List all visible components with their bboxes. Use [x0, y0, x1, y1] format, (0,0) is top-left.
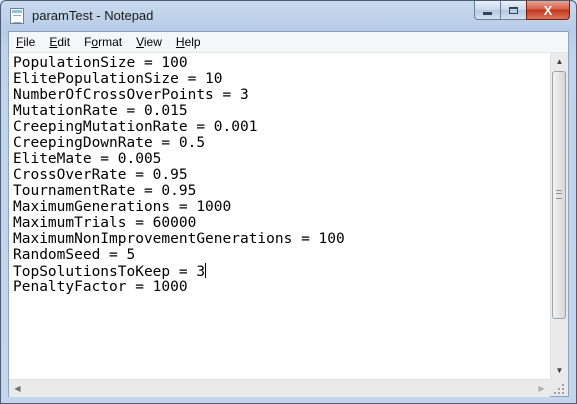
scroll-grip-icon: [556, 190, 562, 199]
text-editor-area[interactable]: PopulationSize = 100 ElitePopulationSize …: [13, 55, 548, 375]
client-area: File Edit Format View Help PopulationSize = …: [8, 31, 569, 397]
window-title: paramTest - Notepad: [32, 8, 154, 23]
text-line[interactable]: ElitePopulationSize = 10: [13, 71, 548, 87]
maximize-icon: [509, 6, 518, 14]
text-line[interactable]: PenaltyFactor = 1000: [13, 279, 548, 295]
menu-bar: File Edit Format View Help: [9, 32, 568, 53]
text-line[interactable]: MaximumNonImprovementGenerations = 100: [13, 231, 548, 247]
scroll-left-arrow-icon[interactable]: ◀: [9, 380, 26, 397]
notepad-app-icon[interactable]: [10, 8, 24, 24]
editor[interactable]: PopulationSize = 100 ElitePopulationSize …: [9, 53, 568, 397]
close-button[interactable]: X: [526, 1, 570, 20]
maximize-button[interactable]: [500, 1, 526, 20]
text-line[interactable]: TournamentRate = 0.95: [13, 183, 548, 199]
text-line[interactable]: MutationRate = 0.015: [13, 103, 548, 119]
vertical-scrollbar[interactable]: ▲ ▼: [550, 53, 568, 379]
title-bar[interactable]: paramTest - Notepad X: [1, 1, 576, 31]
menu-help[interactable]: Help: [169, 32, 208, 52]
text-line[interactable]: TopSolutionsToKeep = 3: [13, 263, 548, 280]
notepad-window: paramTest - Notepad X File Edit Format View…: [0, 0, 577, 404]
text-line[interactable]: EliteMate = 0.005: [13, 151, 548, 167]
text-line[interactable]: PopulationSize = 100: [13, 55, 548, 71]
scroll-down-arrow-icon[interactable]: ▼: [551, 362, 568, 379]
minimize-icon: [483, 11, 492, 15]
text-line[interactable]: CreepingDownRate = 0.5: [13, 135, 548, 151]
scroll-right-arrow-icon[interactable]: ▶: [533, 380, 550, 397]
text-line[interactable]: RandomSeed = 5: [13, 247, 548, 263]
text-line[interactable]: MaximumTrials = 60000: [13, 215, 548, 231]
size-grip-icon[interactable]: [550, 379, 568, 396]
text-line[interactable]: CrossOverRate = 0.95: [13, 167, 548, 183]
menu-file[interactable]: File: [9, 32, 42, 52]
text-line[interactable]: NumberOfCrossOverPoints = 3: [13, 87, 548, 103]
menu-format[interactable]: Format: [77, 32, 129, 52]
menu-edit[interactable]: Edit: [42, 32, 77, 52]
text-caret: [205, 263, 207, 278]
text-line[interactable]: CreepingMutationRate = 0.001: [13, 119, 548, 135]
close-icon: X: [543, 2, 553, 18]
minimize-button[interactable]: [474, 1, 500, 20]
text-line[interactable]: MaximumGenerations = 1000: [13, 199, 548, 215]
horizontal-scrollbar[interactable]: ◀ ▶: [9, 379, 550, 397]
caption-buttons: X: [474, 1, 570, 21]
vertical-scroll-thumb[interactable]: [552, 71, 566, 319]
scroll-up-arrow-icon[interactable]: ▲: [551, 53, 568, 70]
menu-view[interactable]: View: [129, 32, 169, 52]
